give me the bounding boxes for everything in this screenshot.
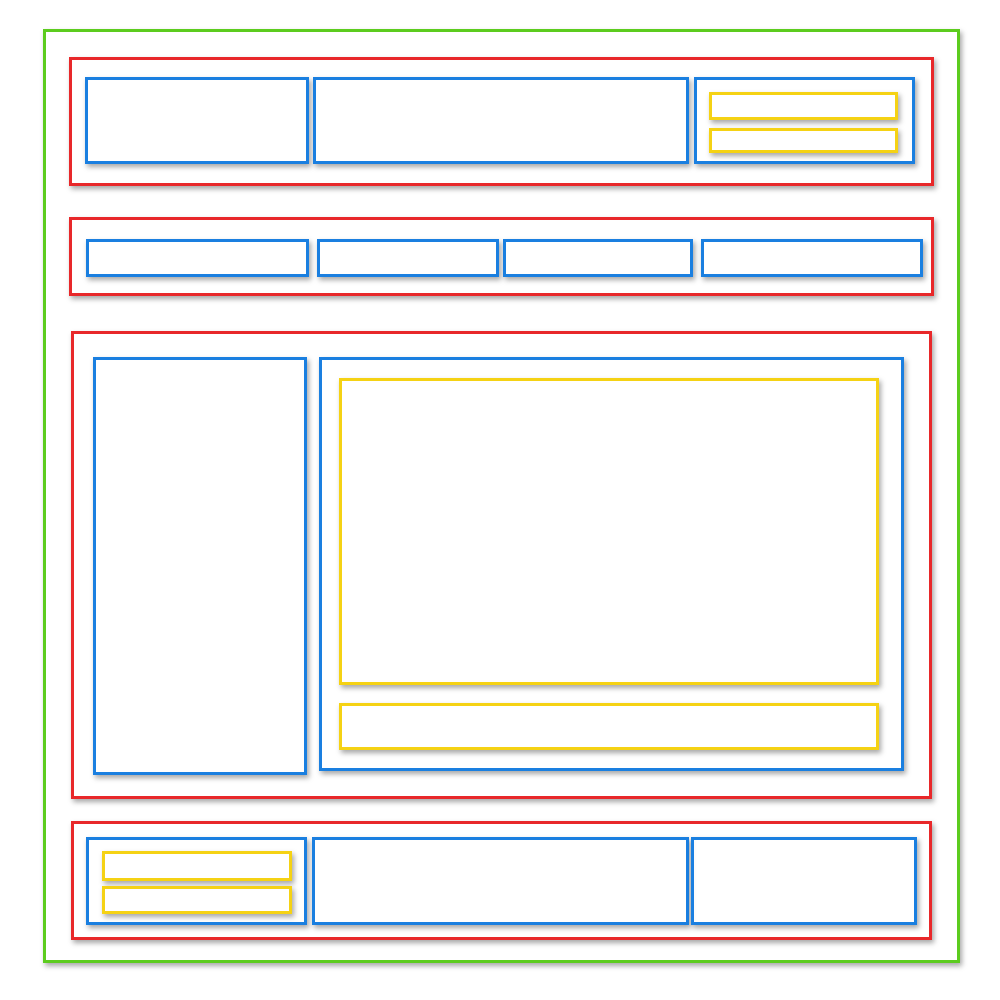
nav-tab-3 xyxy=(503,239,693,277)
nav-tab-2 xyxy=(317,239,499,277)
header-left-panel xyxy=(85,77,309,164)
main-content-bar xyxy=(339,703,879,750)
header-right-item-2 xyxy=(709,128,898,153)
main-sidebar-panel xyxy=(93,357,307,775)
nav-tab-1 xyxy=(86,239,309,277)
footer-center-panel xyxy=(312,837,689,925)
main-content-area xyxy=(339,378,879,685)
header-center-panel xyxy=(313,77,689,164)
header-right-item-1 xyxy=(709,92,898,120)
footer-left-item-2 xyxy=(102,886,292,914)
footer-left-item-1 xyxy=(102,851,292,881)
nav-tab-4 xyxy=(701,239,923,277)
footer-right-panel xyxy=(691,837,917,925)
